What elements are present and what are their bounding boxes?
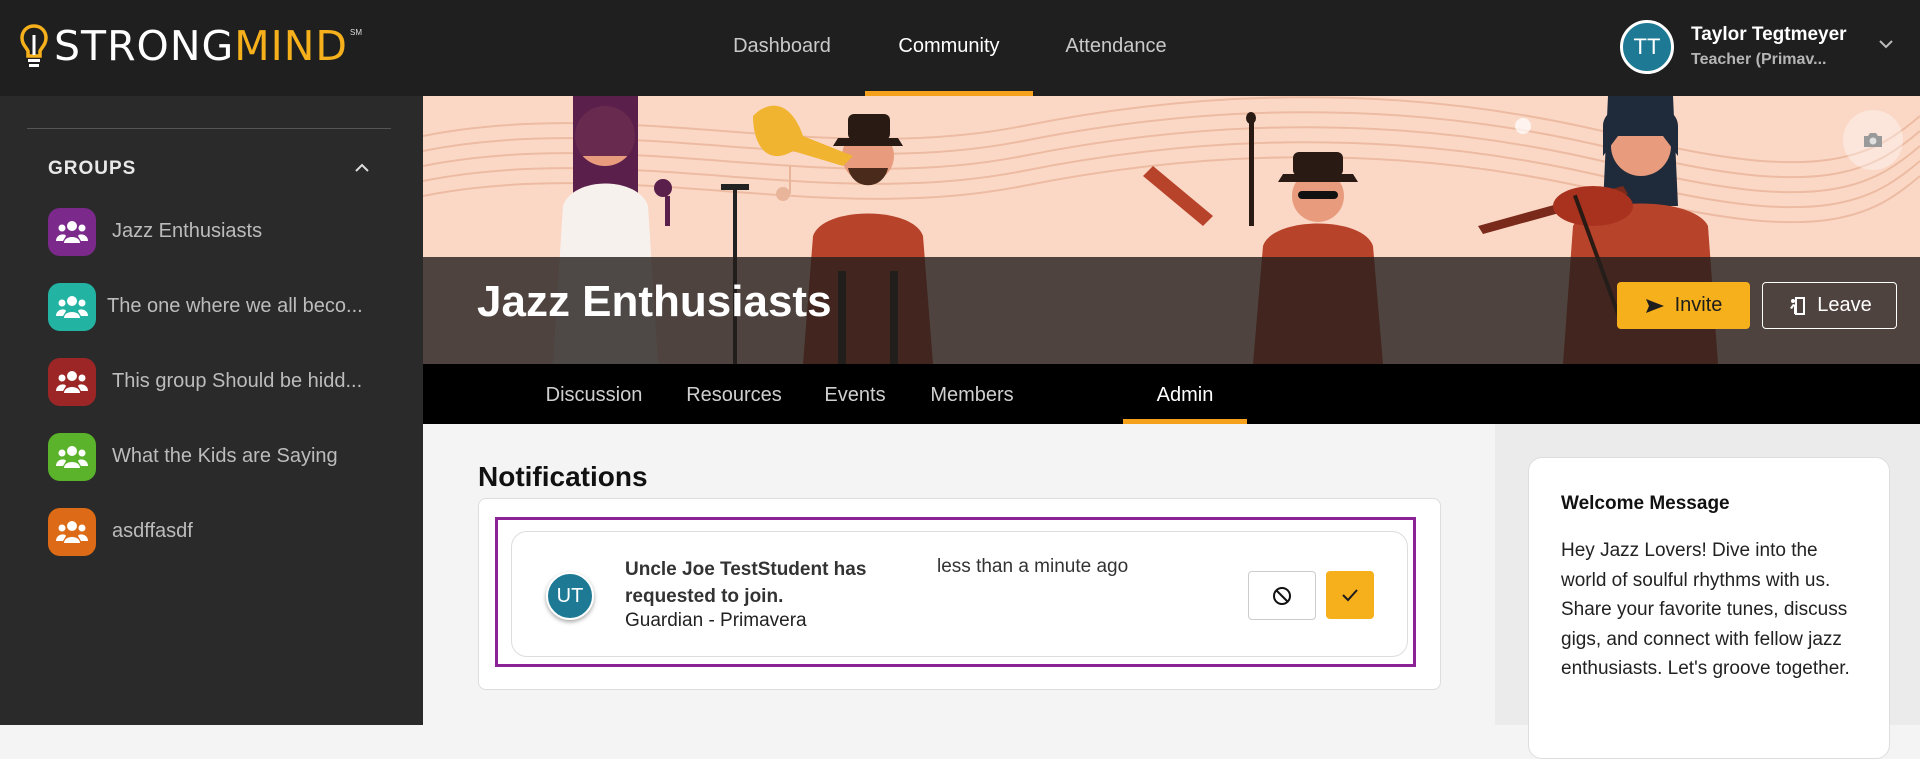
- notification-time: less than a minute ago: [937, 556, 1129, 577]
- lightbulb-icon: [20, 24, 48, 67]
- sidebar-group-the-one-where[interactable]: The one where we all beco...: [48, 283, 408, 333]
- group-people-icon: [48, 358, 96, 406]
- sidebar-divider: [27, 128, 391, 129]
- accept-request-button[interactable]: [1326, 571, 1374, 619]
- tab-discussion[interactable]: Discussion: [534, 364, 654, 424]
- logo-trademark: SM: [350, 28, 362, 37]
- tab-admin[interactable]: Admin: [1123, 364, 1247, 424]
- sidebar-group-label: The one where we all beco...: [107, 295, 363, 317]
- group-tabs: Discussion Resources Events Members Admi…: [423, 364, 1920, 424]
- right-panel: Welcome Message Hey Jazz Lovers! Dive in…: [1495, 424, 1920, 759]
- group-people-icon: [48, 283, 96, 331]
- group-people-icon: [48, 433, 96, 481]
- tab-resources[interactable]: Resources: [675, 364, 793, 424]
- sidebar-group-hidden[interactable]: This group Should be hidd...: [48, 358, 408, 408]
- leave-button-label: Leave: [1817, 294, 1872, 316]
- change-banner-button[interactable]: [1843, 110, 1903, 170]
- user-name: Taylor Tegtmeyer: [1691, 24, 1847, 45]
- invite-button[interactable]: Invite: [1617, 282, 1750, 329]
- tab-members[interactable]: Members: [917, 364, 1027, 424]
- sidebar-group-label: asdffasdf: [112, 520, 193, 542]
- leave-door-icon: [1790, 296, 1806, 315]
- camera-icon: [1864, 133, 1882, 147]
- sidebar: GROUPS Jazz Enthusiasts The one where we…: [0, 96, 423, 725]
- welcome-card: Welcome Message Hey Jazz Lovers! Dive in…: [1528, 457, 1890, 759]
- group-title: Jazz Enthusiasts: [477, 277, 832, 326]
- user-role: Teacher (Primav...: [1691, 51, 1827, 68]
- top-bar: STRONGMIND SM Dashboard Community Attend…: [0, 0, 1920, 96]
- block-icon: [1273, 586, 1291, 605]
- requester-avatar: UT: [546, 572, 594, 620]
- checkmark-icon: [1342, 589, 1358, 602]
- group-people-icon: [48, 208, 96, 256]
- groups-heading: GROUPS: [48, 158, 137, 179]
- sidebar-group-label: Jazz Enthusiasts: [112, 220, 263, 242]
- sidebar-group-jazz-enthusiasts[interactable]: Jazz Enthusiasts: [48, 208, 408, 258]
- sidebar-group-label: What the Kids are Saying: [112, 445, 338, 467]
- nav-attendance[interactable]: Attendance: [1050, 0, 1182, 96]
- notifications-title: Notifications: [478, 461, 648, 492]
- leave-button[interactable]: Leave: [1762, 282, 1897, 329]
- notification-card: UT Uncle Joe TestStudent has requested t…: [511, 531, 1408, 657]
- requester-role: Guardian - Primavera: [625, 610, 807, 631]
- admin-main: Notifications UT Uncle Joe TestStudent h…: [423, 424, 1495, 725]
- group-people-icon: [48, 508, 96, 556]
- invite-button-label: Invite: [1674, 294, 1723, 316]
- decline-request-button[interactable]: [1248, 571, 1316, 620]
- notification-message: Uncle Joe TestStudent has requested to j…: [625, 559, 867, 607]
- group-banner: Jazz Enthusiasts Invite Leave: [423, 96, 1920, 364]
- tab-events[interactable]: Events: [815, 364, 895, 424]
- nav-community[interactable]: Community: [865, 0, 1033, 96]
- user-avatar[interactable]: TT: [1620, 20, 1674, 74]
- strongmind-logo[interactable]: STRONGMIND SM: [20, 22, 362, 70]
- send-icon: [1645, 298, 1664, 313]
- sidebar-group-what-the-kids[interactable]: What the Kids are Saying: [48, 433, 408, 483]
- chevron-up-icon[interactable]: [352, 158, 372, 178]
- chevron-down-icon[interactable]: [1876, 34, 1896, 54]
- logo-text-strong: STRONG: [54, 22, 235, 70]
- sidebar-group-label: This group Should be hidd...: [112, 370, 363, 392]
- nav-dashboard[interactable]: Dashboard: [717, 0, 847, 96]
- sidebar-group-asdffasdf[interactable]: asdffasdf: [48, 508, 408, 558]
- logo-text-mind: MIND: [234, 22, 348, 70]
- welcome-body: Hey Jazz Lovers! Dive into the world of …: [1561, 540, 1850, 679]
- welcome-title: Welcome Message: [1561, 493, 1730, 514]
